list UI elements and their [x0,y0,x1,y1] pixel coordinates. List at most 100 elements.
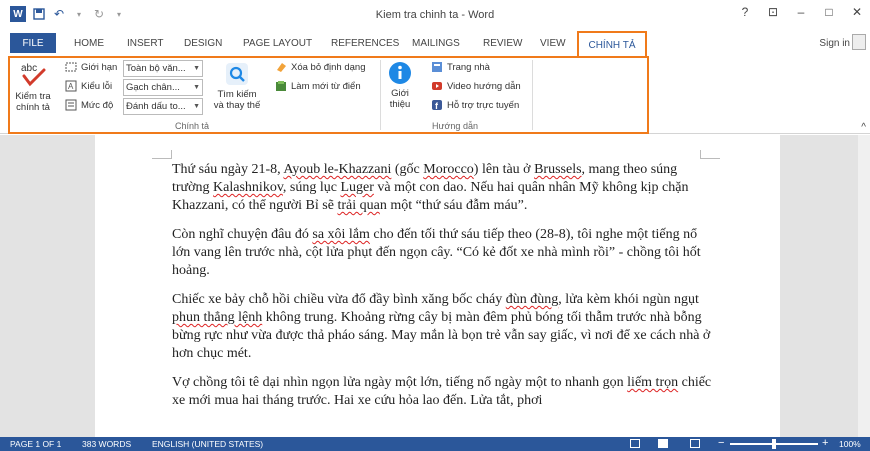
about-label-2: thiệu [389,99,411,110]
text-run: , lửa kèm khói ngùn ngụt [558,292,699,307]
spell-check-label-1: Kiểm tra [15,91,51,102]
vertical-scrollbar[interactable] [858,135,870,437]
online-support-link[interactable]: f Hỗ trợ trực tuyến [431,99,519,111]
limit-option[interactable]: Giới hạn [65,61,117,73]
refresh-dictionary-option[interactable]: Làm mới từ điển [275,80,361,92]
error-type-label: Kiểu lỗi [81,80,113,92]
tab-page-layout[interactable]: PAGE LAYOUT [243,38,312,49]
word-count[interactable]: 383 WORDS [82,439,131,449]
crop-mark-right [700,150,720,159]
misspelled-word: Kalashnikov [213,180,283,195]
homepage-link[interactable]: Trang nhà [431,61,490,73]
level-dropdown-value: Đánh dấu to... [126,101,186,112]
eraser-icon [275,61,287,73]
tab-insert[interactable]: INSERT [127,38,164,49]
paragraph-4: Vợ chồng tôi tê dại nhìn ngọn lửa ngày m… [172,374,712,410]
tab-references[interactable]: REFERENCES [331,38,399,49]
refresh-dictionary-label: Làm mới từ điển [291,80,361,92]
misspelled-word: liếm trọn [627,375,679,390]
chevron-down-icon: ▼ [193,103,200,110]
video-guide-link[interactable]: Video hướng dẫn [431,80,521,92]
level-dropdown[interactable]: Đánh dấu to... ▼ [123,98,203,115]
page-count[interactable]: PAGE 1 OF 1 [10,439,61,449]
svg-text:A: A [68,82,74,91]
account-icon[interactable] [852,34,866,50]
document-body[interactable]: Thứ sáu ngày 21-8, Ayoub le-Khazzani (gố… [172,161,712,421]
help-button[interactable]: ? [738,5,752,19]
clear-format-label: Xóa bỏ định dạng [291,61,366,73]
find-replace-label-2: và thay thế [213,100,261,111]
facebook-icon: f [431,99,443,111]
web-layout-icon[interactable] [690,439,700,448]
tab-view[interactable]: VIEW [540,38,566,49]
tab-review[interactable]: REVIEW [483,38,522,49]
level-icon [65,99,77,111]
misspelled-word: phun thẳng lệnh [172,310,263,325]
text-run: Còn nghĩ chuyện đâu đó [172,227,313,242]
sign-in-link[interactable]: Sign in [819,38,850,49]
status-bar: PAGE 1 OF 1 383 WORDS ENGLISH (UNITED ST… [0,437,870,451]
zoom-out-icon[interactable]: − [718,437,724,449]
dictionary-icon [275,80,287,92]
tab-home[interactable]: HOME [74,38,104,49]
misspelled-word: sa xôi lắm [312,227,370,242]
paragraph-1: Thứ sáu ngày 21-8, Ayoub le-Khazzani (gố… [172,161,712,215]
level-label: Mức độ [81,99,114,111]
scope-dropdown[interactable]: Toàn bộ văn... ▼ [123,60,203,77]
text-run: Thứ sáu ngày 21-8, [172,162,284,177]
spell-check-label-2: chính tả [16,102,50,113]
close-button[interactable]: ✕ [850,5,864,19]
misspelled-word: đùn đùng [505,292,559,307]
tab-chinh-ta[interactable]: CHÍNH TẢ [577,31,647,57]
paragraph-3: Chiếc xe bảy chỗ hồi chiều vừa đổ đầy bì… [172,291,712,363]
zoom-level[interactable]: 100% [839,439,861,449]
error-type-option[interactable]: A Kiểu lỗi [65,80,112,92]
svg-text:abc: abc [21,63,37,74]
zoom-in-icon[interactable]: + [822,437,828,449]
print-layout-icon[interactable] [658,439,668,448]
error-style-dropdown[interactable]: Gạch chân... ▼ [123,79,203,96]
misspelled-word: trải qua [337,198,380,213]
misspelled-word: Morocco [423,162,474,177]
tab-design[interactable]: DESIGN [184,38,222,49]
read-mode-icon[interactable] [630,439,640,448]
about-button[interactable]: Giới thiệu [386,61,414,110]
video-guide-label: Video hướng dẫn [447,80,521,92]
level-option[interactable]: Mức độ [65,99,113,111]
chevron-down-icon: ▼ [193,65,200,72]
language-indicator[interactable]: ENGLISH (UNITED STATES) [152,439,263,449]
group-separator [532,60,533,130]
spell-check-button[interactable]: abc Kiểm tra chính tả [12,60,54,113]
text-run: (gốc [391,162,424,177]
text-run: , súng lục [282,180,341,195]
tab-file[interactable]: FILE [10,33,56,53]
collapse-ribbon-icon[interactable]: ^ [861,122,866,133]
minimize-button[interactable]: – [794,5,808,19]
spell-check-icon: abc [18,60,48,91]
limit-label: Giới hạn [81,61,118,73]
tab-mailings[interactable]: MAILINGS [412,38,460,49]
zoom-slider-thumb[interactable] [772,439,776,449]
group-label-chinh-ta: Chính tả [175,121,210,131]
maximize-button[interactable]: □ [822,5,836,19]
text-run: Chiếc xe bảy chỗ hồi chiều vừa đổ đầy bì… [172,292,506,307]
about-label-1: Giới [391,88,409,99]
group-label-huong-dan: Hướng dẫn [432,121,478,131]
error-style-dropdown-value: Gạch chân... [126,82,180,93]
homepage-label: Trang nhà [447,61,490,73]
crop-mark-left [152,150,172,159]
find-replace-label-1: Tìm kiếm [217,89,257,100]
text-run: Vợ chồng tôi tê dại nhìn ngọn lửa ngày m… [172,375,628,390]
limit-icon [65,61,77,73]
text-run: n một “thứ sáu đẫm máu”. [379,198,528,213]
group-separator [380,60,381,130]
misspelled-word: Ayoub le-Khazzani [283,162,392,177]
ribbon-tab-bar: FILE HOME INSERT DESIGN PAGE LAYOUT REFE… [0,30,870,57]
ribbon-display-options-button[interactable]: ⊡ [766,5,780,19]
clear-format-option[interactable]: Xóa bỏ định dạng [275,61,365,73]
find-replace-button[interactable]: Tìm kiếm và thay thế [209,62,265,111]
misspelled-word: Brussels [534,162,582,177]
search-icon [225,62,249,89]
text-run: ) lên tàu ở [473,162,535,177]
online-support-label: Hỗ trợ trực tuyến [447,99,520,111]
